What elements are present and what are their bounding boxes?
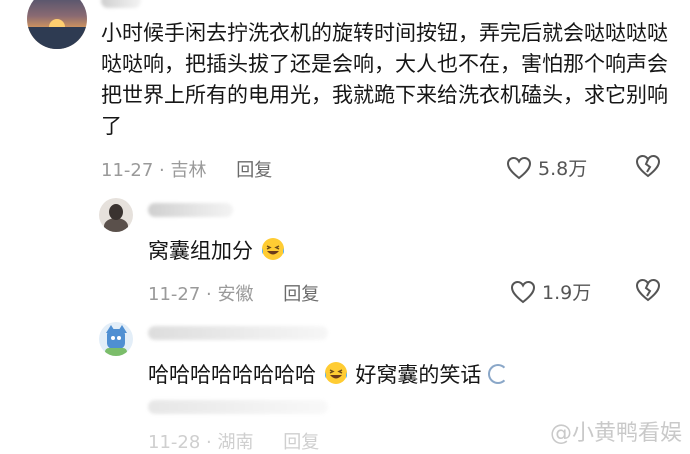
reply-avatar-1[interactable] (99, 198, 133, 232)
avatar-eye (111, 336, 115, 340)
laughing-crying-emoji-icon (261, 238, 284, 260)
reply-button[interactable]: 回复 (236, 160, 272, 181)
main-commenter-name[interactable] (101, 0, 141, 8)
reply-button[interactable]: 回复 (283, 432, 319, 453)
like-count: 5.8万 (538, 158, 588, 180)
laughing-crying-emoji-icon (324, 362, 347, 384)
dislike-button[interactable] (635, 154, 661, 178)
avatar-body (105, 348, 127, 356)
reply-meta-1: 11-27 · 安徽 回复 (148, 284, 320, 305)
reply-like-count: 1.9万 (542, 282, 592, 304)
reply-like-button-1[interactable]: 1.9万 (510, 278, 591, 305)
heart-icon (506, 156, 532, 180)
reply-meta-2: 11-28 · 湖南 回复 (148, 432, 320, 453)
avatar-body (104, 218, 128, 232)
main-comment-text: 小时候手闲去拧洗衣机的旋转时间按钮，弄完后就会哒哒哒哒哒哒响，把插头拔了还是会响… (101, 21, 668, 138)
reply-avatar-2[interactable] (99, 322, 133, 356)
reply-text-suffix: 好窝囊的笑话 (355, 363, 482, 387)
broken-heart-icon (635, 154, 661, 178)
reply-text-blurred (148, 400, 328, 414)
reply-commenter-name-1[interactable] (148, 203, 233, 217)
comment-date: 11-27 (101, 160, 154, 181)
avatar-sea (27, 27, 87, 49)
heart-icon (510, 280, 536, 304)
reply-location: 安徽 (217, 284, 254, 305)
avatar-head (109, 204, 123, 220)
reply-dislike-button-1[interactable] (635, 278, 661, 302)
main-comment-meta: 11-27 · 吉林 回复 (101, 160, 273, 181)
comment-location: 吉林 (170, 160, 207, 181)
reply-date: 11-27 (148, 284, 201, 305)
reply-date: 11-28 (148, 432, 201, 453)
reply-text-content: 哈哈哈哈哈哈哈哈 (148, 363, 316, 387)
reply-commenter-name-2[interactable] (148, 326, 328, 340)
reply-text-2: 哈哈哈哈哈哈哈哈 好窝囊的笑话 (148, 360, 509, 391)
loading-spinner-icon (488, 364, 509, 384)
reply-button[interactable]: 回复 (283, 284, 319, 305)
broken-heart-icon (635, 278, 661, 302)
reply-location: 湖南 (217, 432, 254, 453)
reply-text-1: 窝囊组加分 (148, 236, 286, 267)
avatar-sun (49, 19, 65, 27)
like-button[interactable]: 5.8万 (506, 154, 587, 181)
watermark: @小黄鸭看娱 (549, 421, 682, 446)
avatar-eye (117, 336, 121, 340)
main-commenter-avatar[interactable] (27, 0, 87, 49)
reply-text-content: 窝囊组加分 (148, 239, 253, 263)
avatar-head (107, 329, 125, 349)
